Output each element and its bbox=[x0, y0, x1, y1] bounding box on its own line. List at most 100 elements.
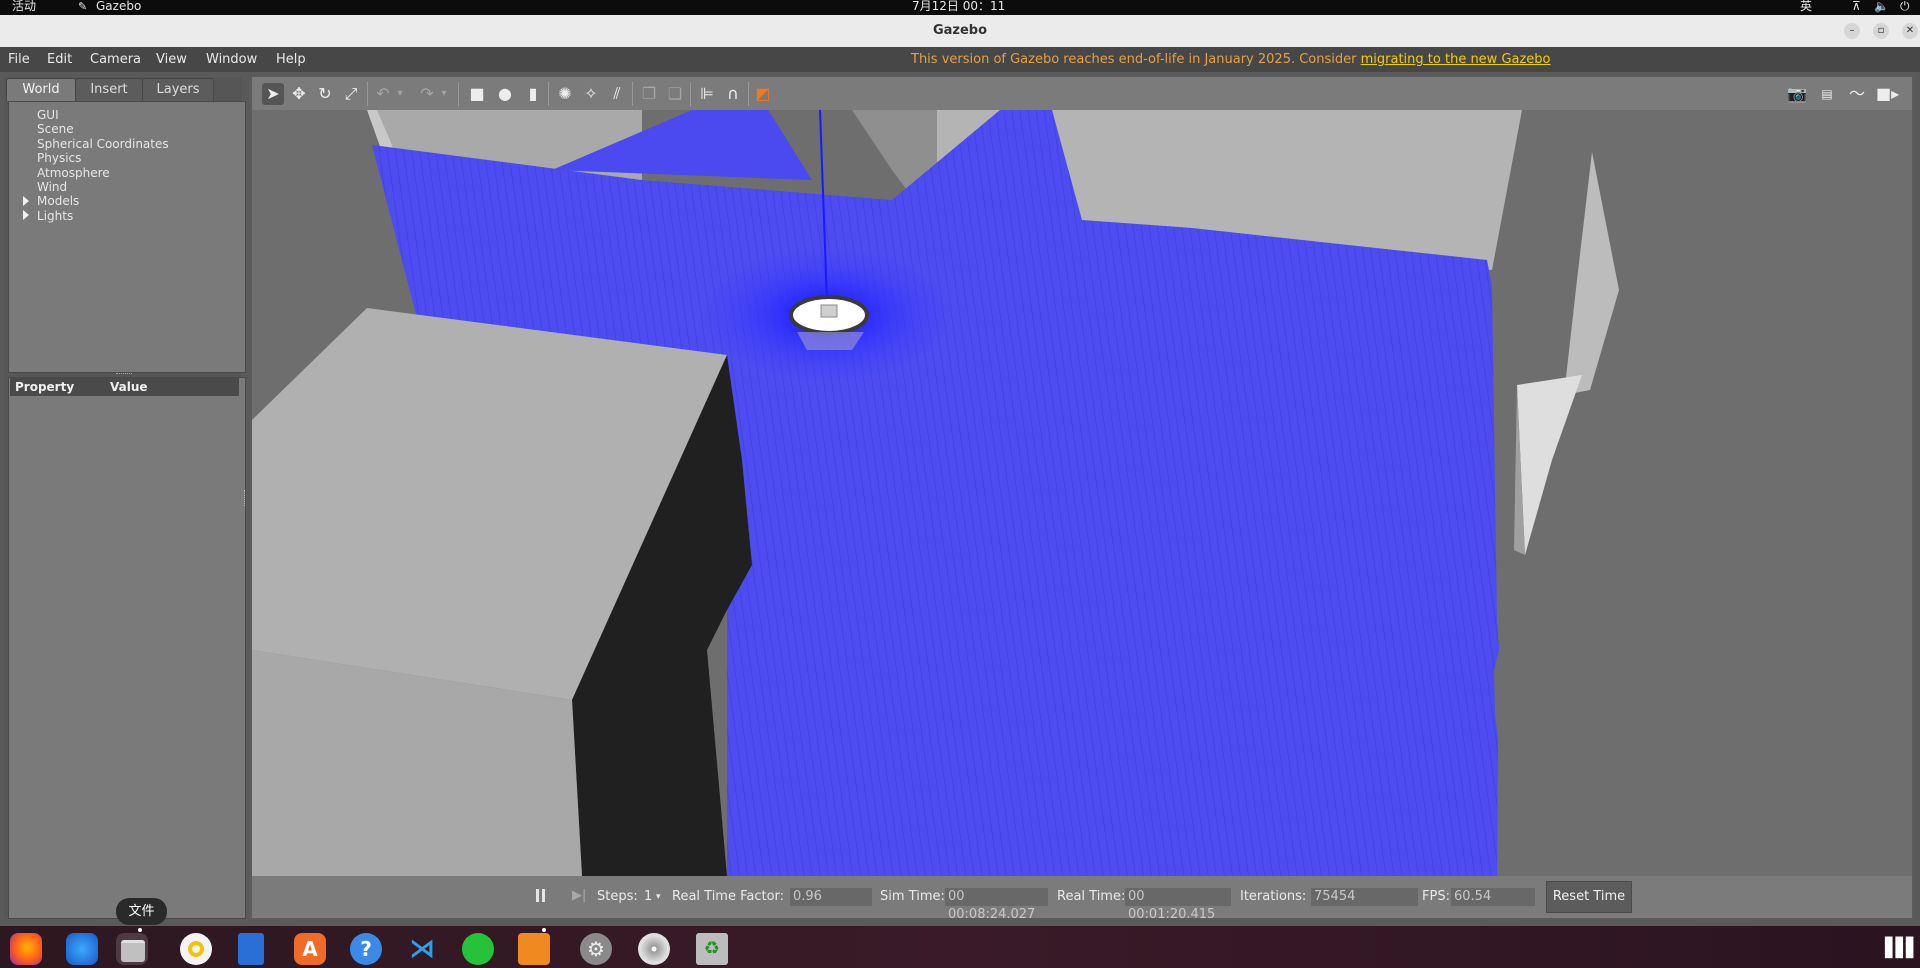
thunderbird-icon[interactable] bbox=[66, 933, 98, 965]
copy-icon[interactable]: ❐ bbox=[638, 83, 660, 105]
box-shape-icon[interactable]: ■ bbox=[466, 83, 488, 105]
real-time-value: 00 00:01:20.415 bbox=[1125, 888, 1231, 922]
activities-button[interactable]: 活动 bbox=[12, 0, 36, 14]
menu-window[interactable]: Window bbox=[206, 47, 257, 72]
writer-icon[interactable] bbox=[238, 933, 264, 965]
redo-icon[interactable]: ↷ bbox=[416, 83, 438, 105]
select-mode-icon[interactable]: ➤ bbox=[262, 83, 284, 105]
eol-notice-text: This version of Gazebo reaches end-of-li… bbox=[911, 52, 1361, 67]
steps-label: Steps: bbox=[597, 889, 638, 904]
spot-light-icon[interactable]: ✧ bbox=[580, 83, 602, 105]
eol-notice: This version of Gazebo reaches end-of-li… bbox=[911, 47, 1551, 72]
tab-insert[interactable]: Insert bbox=[75, 78, 143, 101]
system-top-bar: 活动 ✎ Gazebo 7月12日 00：11 英 ⊼ 🔈 ⏻ bbox=[0, 0, 1920, 15]
files-icon[interactable] bbox=[116, 933, 148, 965]
redo-history-icon[interactable]: ▾ bbox=[438, 83, 450, 105]
property-panel bbox=[8, 377, 246, 919]
toolbar-separator bbox=[458, 82, 459, 106]
sphere-shape-icon[interactable]: ● bbox=[494, 83, 516, 105]
clock[interactable]: 7月12日 00：11 bbox=[912, 0, 1005, 14]
disc-icon[interactable] bbox=[638, 933, 670, 965]
log-icon[interactable]: ▤ bbox=[1816, 83, 1838, 105]
steps-value[interactable]: 1 bbox=[644, 888, 652, 906]
rtf-value: 0.96 bbox=[790, 888, 872, 906]
tree-item-gui[interactable]: GUI bbox=[37, 108, 59, 122]
tree-item-models[interactable]: Models bbox=[37, 194, 79, 208]
tab-world[interactable]: World bbox=[6, 78, 76, 101]
tree-item-physics[interactable]: Physics bbox=[37, 151, 81, 165]
gazebo-app-icon: ✎ bbox=[78, 0, 88, 13]
input-method-indicator[interactable]: 英 bbox=[1800, 0, 1812, 14]
menu-camera[interactable]: Camera bbox=[90, 47, 141, 72]
fps-label: FPS: bbox=[1422, 889, 1450, 904]
settings-icon[interactable]: ⚙ bbox=[580, 933, 612, 965]
rhythmbox-icon[interactable] bbox=[180, 933, 212, 965]
reset-time-button[interactable]: Reset Time bbox=[1546, 881, 1632, 913]
network-icon[interactable]: ⊼ bbox=[1852, 0, 1861, 14]
plot-icon[interactable]: 〜 bbox=[1846, 83, 1868, 105]
active-app-name[interactable]: Gazebo bbox=[96, 0, 141, 14]
minimize-button[interactable]: – bbox=[1844, 23, 1860, 39]
menu-file[interactable]: File bbox=[8, 47, 30, 72]
point-light-icon[interactable]: ✺ bbox=[554, 83, 576, 105]
tree-item-wind[interactable]: Wind bbox=[37, 180, 67, 194]
sim-time-label: Sim Time: bbox=[880, 889, 945, 904]
maximize-button[interactable]: ▫ bbox=[1873, 23, 1889, 39]
left-panel: World Insert Layers GUI Scene Spherical … bbox=[4, 77, 246, 919]
expand-models-icon[interactable] bbox=[23, 196, 29, 206]
fps-value: 60.54 bbox=[1451, 888, 1535, 906]
iterations-label: Iterations: bbox=[1240, 889, 1307, 904]
expand-lights-icon[interactable] bbox=[23, 210, 29, 220]
tree-item-scene[interactable]: Scene bbox=[37, 122, 74, 136]
align-icon[interactable]: ⊫ bbox=[696, 83, 718, 105]
help-icon[interactable]: ? bbox=[350, 933, 382, 965]
dock-tooltip: 文件 bbox=[116, 898, 167, 925]
screenshot-icon[interactable]: 📷 bbox=[1786, 83, 1808, 105]
undo-icon[interactable]: ↶ bbox=[372, 83, 394, 105]
volume-icon[interactable]: 🔈 bbox=[1874, 0, 1889, 14]
window-title: Gazebo bbox=[932, 23, 988, 38]
tree-item-spherical[interactable]: Spherical Coordinates bbox=[37, 137, 169, 151]
iterations-value: 75454 bbox=[1311, 888, 1418, 906]
gazebo-icon[interactable] bbox=[518, 933, 550, 965]
panel-splitter[interactable] bbox=[116, 373, 132, 376]
close-button[interactable]: ✕ bbox=[1902, 23, 1918, 39]
step-button[interactable]: ▶| bbox=[572, 887, 586, 905]
steps-dropdown-icon[interactable]: ▾ bbox=[656, 888, 661, 906]
app-center-icon[interactable]: A bbox=[294, 933, 326, 965]
undo-history-icon[interactable]: ▾ bbox=[394, 83, 406, 105]
power-icon[interactable]: ⏻ bbox=[1900, 0, 1910, 14]
dock: A ? ⋊ ⚙ ♻ ■■■ ■■■ ■■■ bbox=[0, 926, 1920, 968]
scene-viewport[interactable] bbox=[252, 110, 1912, 876]
translate-mode-icon[interactable]: ✥ bbox=[288, 83, 310, 105]
robot-lidar[interactable] bbox=[820, 304, 838, 318]
tree-item-atmosphere[interactable]: Atmosphere bbox=[37, 166, 110, 180]
vscode-icon[interactable]: ⋊ bbox=[406, 933, 438, 965]
wechat-icon[interactable] bbox=[462, 933, 494, 965]
menu-help[interactable]: Help bbox=[276, 47, 306, 72]
tree-item-lights[interactable]: Lights bbox=[37, 209, 73, 223]
property-column-header: Property bbox=[15, 380, 75, 394]
paste-icon[interactable]: ❏ bbox=[664, 83, 686, 105]
pause-button[interactable] bbox=[536, 887, 548, 905]
toolbar-separator bbox=[632, 82, 633, 106]
snap-icon[interactable]: ∩ bbox=[722, 83, 744, 105]
scale-mode-icon[interactable]: ⤢ bbox=[340, 83, 362, 105]
left-panel-resize-handle[interactable] bbox=[244, 490, 248, 506]
trash-icon[interactable]: ♻ bbox=[696, 933, 728, 965]
world-tree: GUI Scene Spherical Coordinates Physics … bbox=[8, 101, 246, 373]
cylinder-shape-icon[interactable]: ▮ bbox=[522, 83, 544, 105]
change-view-icon[interactable]: ◩ bbox=[752, 83, 774, 105]
rotate-mode-icon[interactable]: ↻ bbox=[314, 83, 336, 105]
menu-view[interactable]: View bbox=[156, 47, 187, 72]
app-grid-icon[interactable]: ■■■ ■■■ ■■■ bbox=[1884, 936, 1914, 960]
menu-edit[interactable]: Edit bbox=[47, 47, 72, 72]
firefox-icon[interactable] bbox=[10, 933, 42, 965]
active-app-indicator bbox=[138, 928, 142, 932]
toolbar-separator bbox=[690, 82, 691, 106]
toolbar-separator bbox=[748, 82, 749, 106]
tab-layers[interactable]: Layers bbox=[142, 78, 214, 101]
directional-light-icon[interactable]: ⫽ bbox=[606, 83, 628, 105]
migration-link[interactable]: migrating to the new Gazebo bbox=[1361, 52, 1551, 67]
video-record-icon[interactable]: ■▸ bbox=[1876, 83, 1899, 105]
